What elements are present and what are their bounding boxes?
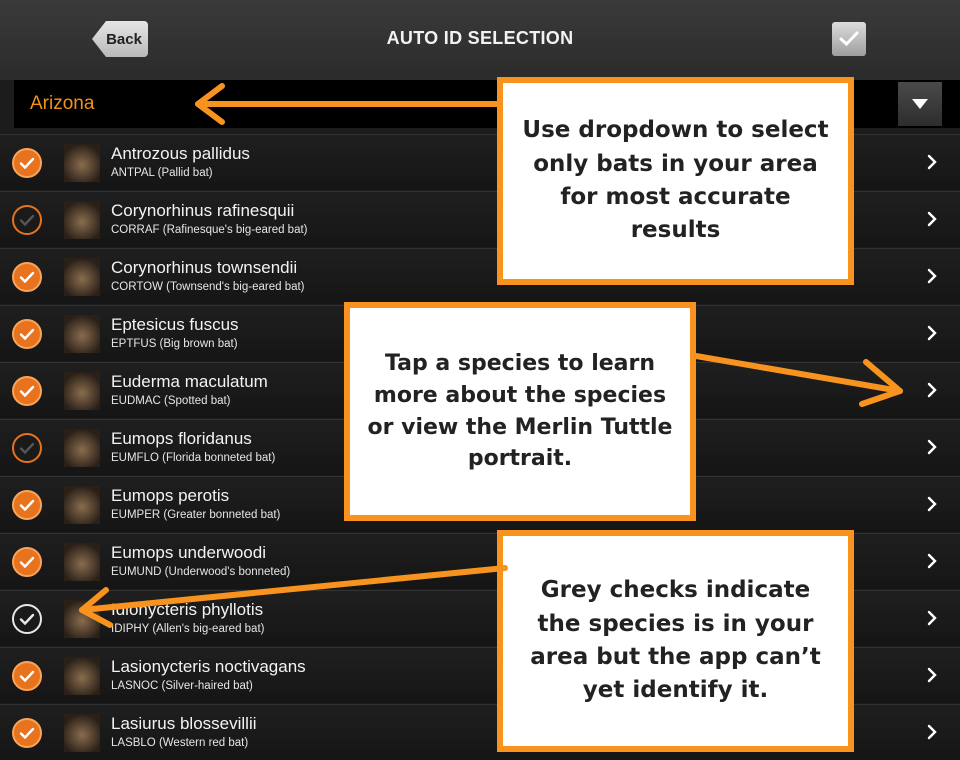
arrow-to-grey-check [79, 565, 508, 628]
annotation-arrows [79, 83, 903, 628]
arrow-to-dropdown [195, 83, 501, 125]
arrow-to-chevron [693, 353, 903, 407]
